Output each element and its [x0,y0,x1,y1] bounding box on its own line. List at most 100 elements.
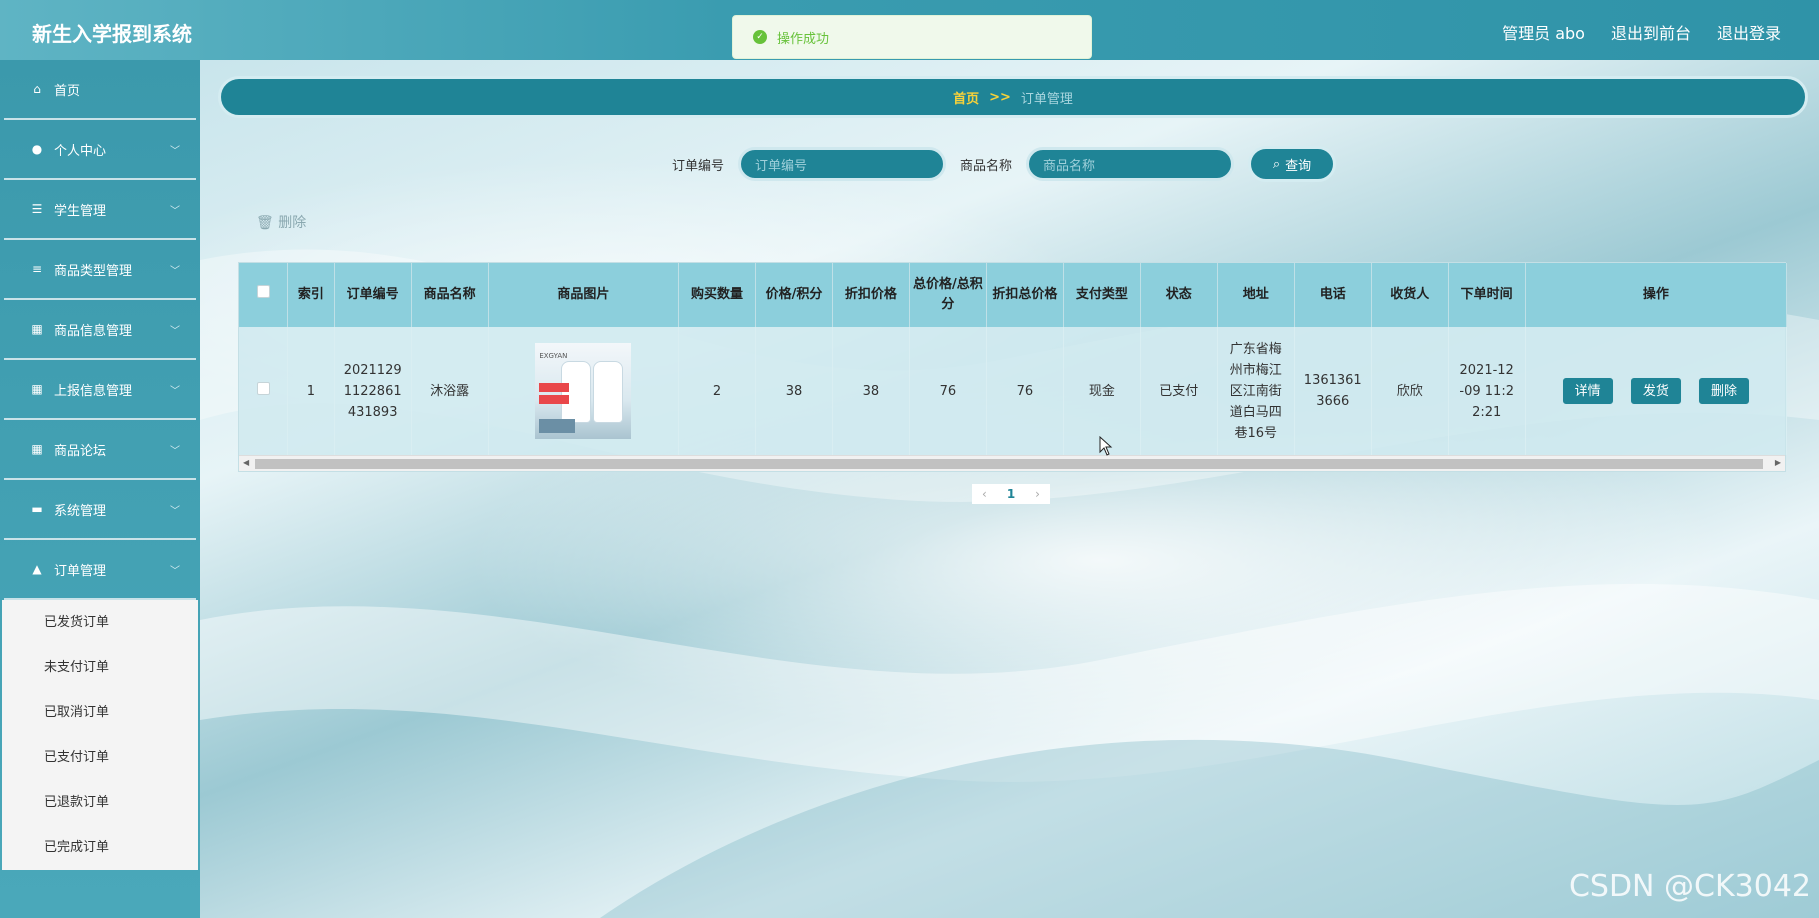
submenu-item-completed[interactable]: 已完成订单 [2,825,198,870]
cell-product-image: EXGYAN [488,327,680,455]
sidebar-item-label: 商品论坛 [54,443,107,459]
breadcrumb: 首页 >> 订单管理 [218,76,1808,118]
breadcrumb-separator: >> [989,89,1011,105]
product-tag [539,395,570,404]
chevron-down-icon: ﹀ [170,386,180,397]
orders-submenu: 已发货订单 未支付订单 已取消订单 已支付订单 已退款订单 已完成订单 [2,600,198,870]
toast-message: 操作成功 [777,31,830,47]
sidebar-item-label: 首页 [54,83,81,99]
product-base-label [539,419,576,433]
trash-icon: 🗑 [256,215,274,231]
submenu-item-paid[interactable]: 已支付订单 [2,735,198,780]
mouse-cursor-icon [1099,436,1113,456]
chevron-down-icon: ﹀ [170,266,180,277]
horizontal-scrollbar[interactable]: ◀ ▶ [239,455,1785,471]
chevron-down-icon: ﹀ [170,146,180,157]
column-header: 下单时间 [1448,263,1526,327]
scroll-right-icon[interactable]: ▶ [1775,458,1781,467]
ship-button[interactable]: 发货 [1629,377,1682,405]
app-title: 新生入学报到系统 [32,22,192,46]
detail-button[interactable]: 详情 [1561,377,1614,405]
cell-index: 1 [287,327,335,455]
grid-icon: ▦ [31,322,43,336]
sidebar-item-label: 订单管理 [54,563,107,579]
column-header: 折扣总价格 [986,263,1064,327]
scroll-left-icon[interactable]: ◀ [243,458,249,467]
search-bar: 订单编号 订单编号 商品名称 商品名称 ⌕ 查询 [672,146,1337,182]
search-button-label: 查询 [1285,158,1312,174]
watermark: CSDN @CK3042 [1568,869,1811,904]
cell-actions: 详情 发货 删除 [1525,327,1788,455]
list-icon: ≡ [31,262,43,276]
page-number[interactable]: 1 [1007,487,1015,501]
search-icon: ⌕ [1272,156,1281,172]
submenu-item-unpaid[interactable]: 未支付订单 [2,645,198,690]
cell-product-name: 沐浴露 [411,327,489,455]
chevron-down-icon: ﹀ [170,506,180,517]
column-header: 订单编号 [334,263,412,327]
chevron-down-icon: ﹀ [170,566,180,577]
cell-discount-price: 38 [832,327,910,455]
order-no-label: 订单编号 [672,158,725,174]
chevron-down-icon: ﹀ [170,446,180,457]
sidebar-item-forum[interactable]: ▦ 商品论坛 ﹀ [4,420,196,480]
sidebar-item-label: 商品信息管理 [54,323,133,339]
sidebar-item-label: 学生管理 [54,203,107,219]
sidebar: ⌂ 首页 ● 个人中心 ﹀ ☰ 学生管理 ﹀ ≡ 商品类型管理 ﹀ ▦ 商品信息… [0,60,200,918]
logout-link[interactable]: 退出登录 [1717,20,1781,44]
pagination: ‹ 1 › [972,484,1050,504]
submenu-item-cancelled[interactable]: 已取消订单 [2,690,198,735]
grid-icon: ▦ [31,442,43,456]
sidebar-item-label: 上报信息管理 [54,383,133,399]
sidebar-item-reports[interactable]: ▦ 上报信息管理 ﹀ [4,360,196,420]
column-header: 价格/积分 [755,263,833,327]
cell-discount-total: 76 [986,327,1064,455]
column-header: 地址 [1217,263,1295,327]
prev-page-button[interactable]: ‹ [982,487,987,501]
sidebar-item-orders[interactable]: ▲ 订单管理 ﹀ [4,540,196,600]
success-toast: ✓ 操作成功 [732,15,1092,59]
column-header: 电话 [1294,263,1372,327]
sliders-icon: ☰ [31,202,43,216]
sidebar-item-students[interactable]: ☰ 学生管理 ﹀ [4,180,196,240]
grid-icon: ▦ [31,382,43,396]
sidebar-item-product-types[interactable]: ≡ 商品类型管理 ﹀ [4,240,196,300]
sidebar-item-label: 个人中心 [54,143,107,159]
next-page-button[interactable]: › [1035,487,1040,501]
row-checkbox[interactable] [256,381,270,395]
breadcrumb-home[interactable]: 首页 [953,88,979,107]
select-all-checkbox[interactable] [256,285,270,298]
cell-phone: 1361361 3666 [1294,327,1372,455]
sidebar-item-label: 商品类型管理 [54,263,133,279]
cell-status: 已支付 [1140,327,1218,455]
order-no-input[interactable]: 订单编号 [738,147,947,181]
row-select-cell [239,327,289,455]
delete-button[interactable]: 删除 [1697,377,1750,405]
column-header: 操作 [1525,263,1788,327]
table-row: 1 2021129 1122861 431893 沐浴露 EXGYAN 2 38… [239,327,1788,455]
scrollbar-thumb[interactable] [255,459,1763,469]
submenu-item-refunded[interactable]: 已退款订单 [2,780,198,825]
sidebar-item-personal[interactable]: ● 个人中心 ﹀ [4,120,196,180]
column-header: 折扣价格 [832,263,910,327]
column-header: 商品图片 [488,263,680,327]
back-to-front-link[interactable]: 退出到前台 [1611,20,1691,44]
header-actions: 管理员 abo 退出到前台 退出登录 [1502,20,1781,44]
product-image: EXGYAN [535,343,632,439]
column-header: 索引 [287,263,335,327]
batch-delete-label: 删除 [278,215,307,231]
briefcase-icon: ▬ [31,502,43,516]
select-all-cell [239,263,289,327]
cell-address: 广东省梅州市梅江区江南街道白马四巷16号 [1217,327,1295,455]
search-button[interactable]: ⌕ 查询 [1248,146,1337,182]
batch-delete-button[interactable]: 🗑 删除 [256,212,306,232]
product-name-input[interactable]: 商品名称 [1026,147,1235,181]
sidebar-item-system[interactable]: ▬ 系统管理 ﹀ [4,480,196,540]
sidebar-item-product-info[interactable]: ▦ 商品信息管理 ﹀ [4,300,196,360]
user-icon: ● [31,142,43,156]
column-header: 状态 [1140,263,1218,327]
submenu-item-shipped[interactable]: 已发货订单 [2,600,198,645]
cell-quantity: 2 [678,327,756,455]
check-circle-icon: ✓ [753,30,767,44]
sidebar-item-home[interactable]: ⌂ 首页 [4,60,196,120]
